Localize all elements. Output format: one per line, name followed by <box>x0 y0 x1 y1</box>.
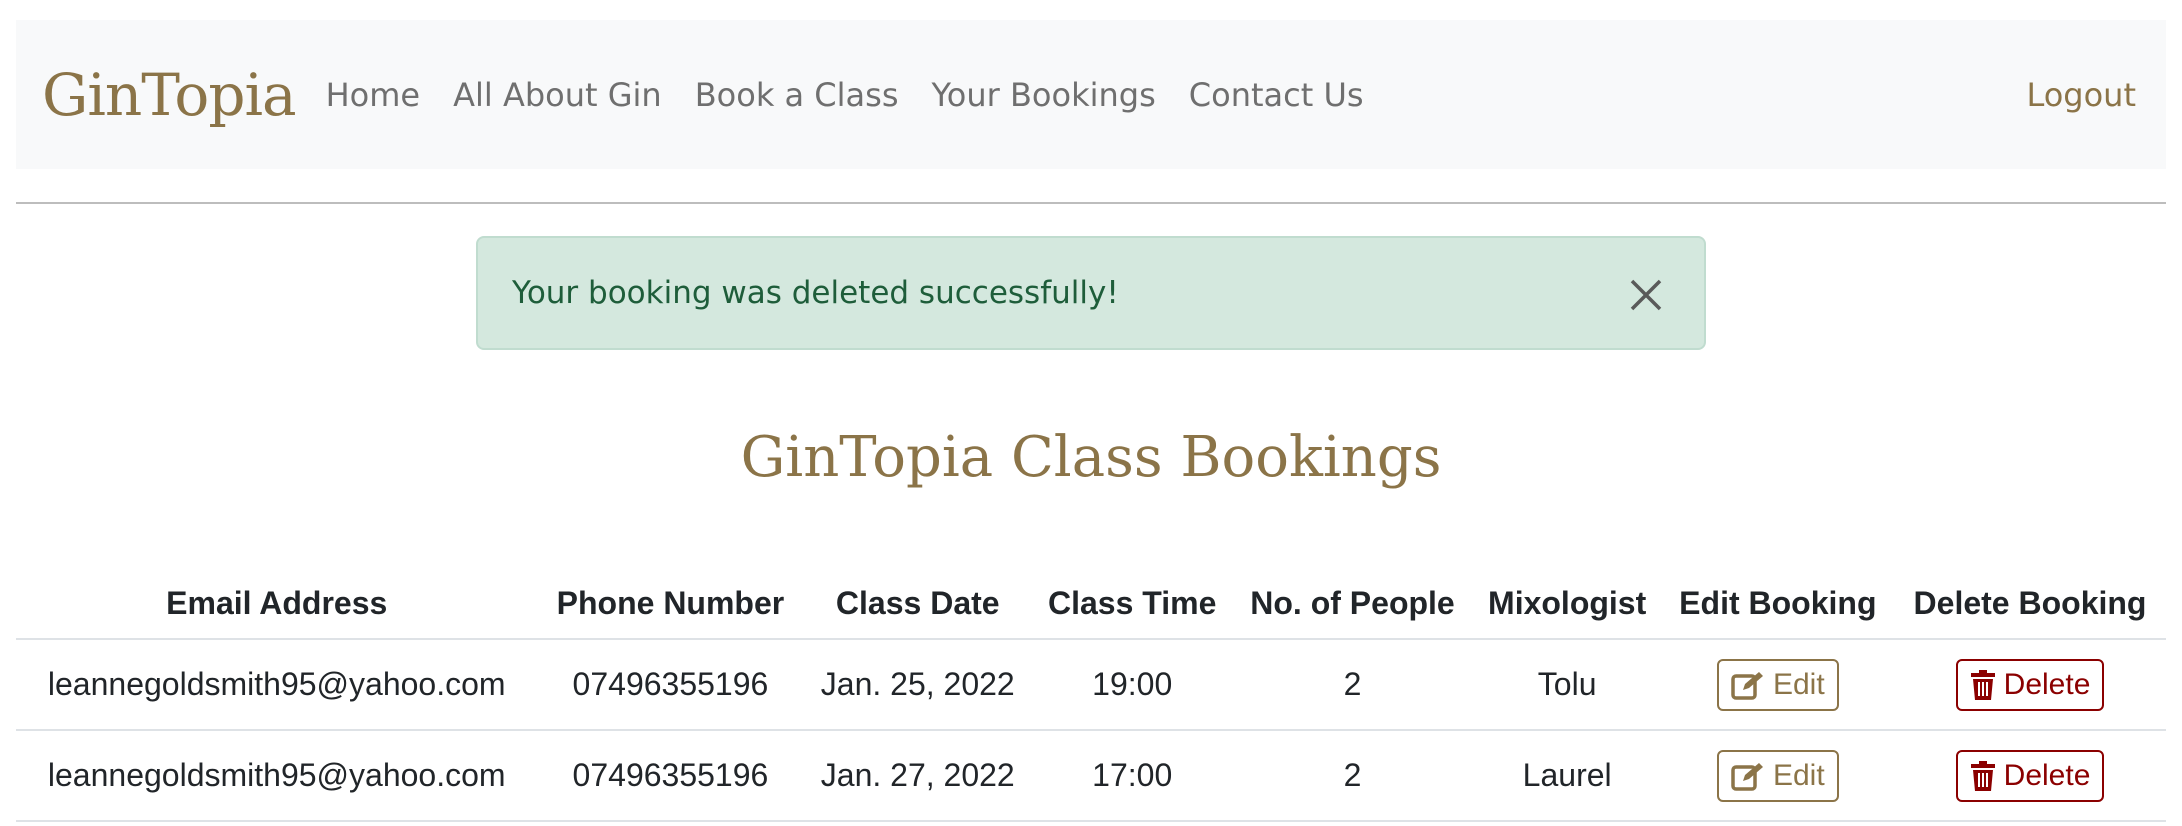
divider <box>16 202 2166 204</box>
trash-icon <box>1970 760 1995 791</box>
cell-delete: Delete <box>1894 639 2166 731</box>
delete-button[interactable]: Delete <box>1955 658 2105 711</box>
cell-edit: Edit <box>1661 639 1895 731</box>
cell-delete: Delete <box>1894 730 2166 822</box>
nav-links: Home All About Gin Book a Class Your Boo… <box>326 76 1397 114</box>
cell-email: leannegoldsmith95@yahoo.com <box>16 639 538 731</box>
cell-email: leannegoldsmith95@yahoo.com <box>16 730 538 822</box>
page-title: GinTopia Class Bookings <box>740 425 1442 490</box>
cell-mixologist: Laurel <box>1472 730 1662 822</box>
cell-phone: 07496355196 <box>537 730 804 822</box>
header-phone: Phone Number <box>537 568 804 640</box>
header-class-time: Class Time <box>1032 568 1233 640</box>
nav-link-all-about-gin[interactable]: All About Gin <box>453 76 662 114</box>
edit-icon <box>1731 671 1763 700</box>
header-mixologist: Mixologist <box>1472 568 1662 640</box>
cell-class-date: Jan. 25, 2022 <box>803 639 1033 731</box>
brand-logo[interactable]: GinTopia <box>42 61 297 129</box>
cell-mixologist: Tolu <box>1472 639 1662 731</box>
trash-icon <box>1970 669 1995 700</box>
close-icon-glyph <box>1630 279 1662 311</box>
delete-button-label: Delete <box>2003 667 2091 701</box>
edit-button-label: Edit <box>1772 758 1825 792</box>
alert-message: Your booking was deleted successfully! <box>512 275 1119 311</box>
table-header-row: Email Address Phone Number Class Date Cl… <box>16 568 2166 640</box>
header-class-date: Class Date <box>803 568 1033 640</box>
nav-link-book-a-class[interactable]: Book a Class <box>695 76 899 114</box>
edit-button-label: Edit <box>1772 667 1825 701</box>
edit-button[interactable]: Edit <box>1716 749 1839 802</box>
delete-button-label: Delete <box>2003 758 2091 792</box>
success-alert: Your booking was deleted successfully! <box>476 236 1706 350</box>
navbar: GinTopia Home All About Gin Book a Class… <box>16 20 2166 169</box>
cell-class-date: Jan. 27, 2022 <box>803 730 1033 822</box>
nav-link-home[interactable]: Home <box>326 76 421 114</box>
bookings-table: Email Address Phone Number Class Date Cl… <box>16 568 2166 822</box>
table-row: leannegoldsmith95@yahoo.com 07496355196 … <box>16 730 2166 822</box>
header-edit-booking: Edit Booking <box>1661 568 1895 640</box>
edit-icon <box>1731 762 1763 791</box>
cell-people: 2 <box>1232 730 1473 822</box>
header-email: Email Address <box>16 568 538 640</box>
table-row: leannegoldsmith95@yahoo.com 07496355196 … <box>16 639 2166 731</box>
header-delete-booking: Delete Booking <box>1894 568 2166 640</box>
nav-link-contact-us[interactable]: Contact Us <box>1189 76 1364 114</box>
delete-button[interactable]: Delete <box>1955 749 2105 802</box>
cell-people: 2 <box>1232 639 1473 731</box>
logout-link[interactable]: Logout <box>2026 76 2136 114</box>
cell-class-time: 19:00 <box>1032 639 1233 731</box>
cell-edit: Edit <box>1661 730 1895 822</box>
nav-link-your-bookings[interactable]: Your Bookings <box>931 76 1155 114</box>
cell-phone: 07496355196 <box>537 639 804 731</box>
header-people: No. of People <box>1232 568 1473 640</box>
edit-button[interactable]: Edit <box>1716 658 1839 711</box>
close-icon[interactable] <box>1626 275 1666 315</box>
cell-class-time: 17:00 <box>1032 730 1233 822</box>
